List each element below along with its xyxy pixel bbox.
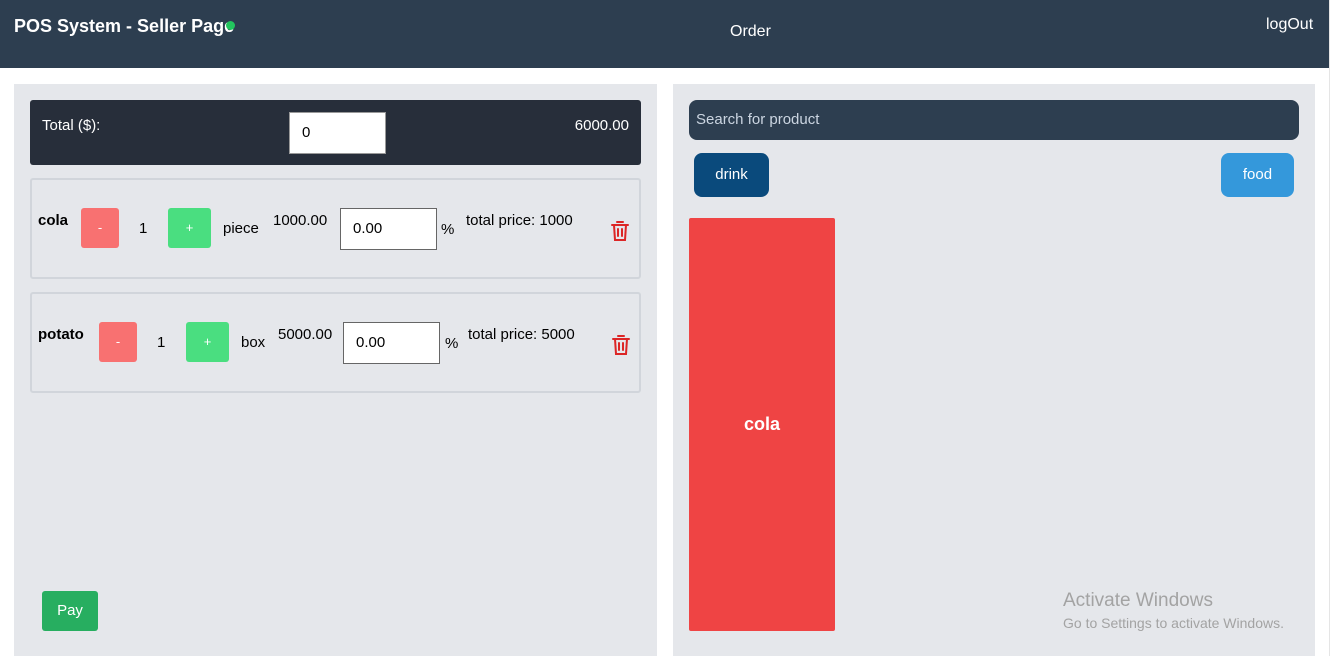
- products-panel: Search for product drink food cola: [673, 84, 1315, 656]
- cart-panel: Total ($): 0 6000.00 cola - 1 + piece 10…: [14, 84, 657, 656]
- windows-activation-title: Activate Windows: [1063, 590, 1213, 611]
- discount-percent-sign: %: [445, 335, 459, 352]
- increase-quantity-button[interactable]: +: [186, 322, 229, 362]
- item-unit-price: 1000.00: [273, 212, 328, 229]
- windows-activation-subtitle: Go to Settings to activate Windows.: [1063, 615, 1284, 631]
- item-quantity: 1: [157, 334, 166, 351]
- decrease-quantity-button[interactable]: -: [99, 322, 137, 362]
- decrease-quantity-button[interactable]: -: [81, 208, 119, 248]
- cart-item: cola - 1 + piece 1000.00 0.00 % total pr…: [30, 178, 641, 279]
- item-unit-price: 5000.00: [278, 326, 333, 343]
- page-scrollbar[interactable]: [1329, 0, 1335, 656]
- online-status-dot: [226, 21, 235, 30]
- discount-percent-sign: %: [441, 221, 455, 238]
- item-name: cola: [38, 212, 69, 229]
- item-total-price: total price: 1000: [466, 212, 573, 229]
- total-input[interactable]: 0: [289, 112, 386, 154]
- product-card-cola[interactable]: cola: [689, 218, 835, 631]
- top-navbar: POS System - Seller Page Order logOut: [0, 0, 1329, 68]
- logout-link[interactable]: logOut: [1266, 16, 1313, 34]
- category-food-button[interactable]: food: [1221, 153, 1294, 197]
- total-bar: Total ($): 0 6000.00: [30, 100, 641, 165]
- discount-input[interactable]: 0.00: [340, 208, 437, 250]
- category-drink-button[interactable]: drink: [694, 153, 769, 197]
- item-total-price: total price: 5000: [468, 326, 575, 343]
- item-name: potato: [38, 326, 84, 343]
- total-label: Total ($):: [42, 117, 101, 134]
- nav-order-link[interactable]: Order: [730, 23, 771, 41]
- trash-icon[interactable]: [611, 334, 631, 356]
- app-title: POS System - Seller Page: [14, 16, 235, 36]
- item-unit: piece: [223, 220, 259, 237]
- total-amount: 6000.00: [574, 117, 629, 134]
- pay-button[interactable]: Pay: [42, 591, 98, 631]
- item-quantity: 1: [139, 220, 148, 237]
- item-unit: box: [241, 334, 266, 351]
- increase-quantity-button[interactable]: +: [168, 208, 211, 248]
- trash-icon[interactable]: [610, 220, 630, 242]
- cart-item: potato - 1 + box 5000.00 0.00 % total pr…: [30, 292, 641, 393]
- discount-input[interactable]: 0.00: [343, 322, 440, 364]
- product-search-input[interactable]: Search for product: [689, 100, 1299, 140]
